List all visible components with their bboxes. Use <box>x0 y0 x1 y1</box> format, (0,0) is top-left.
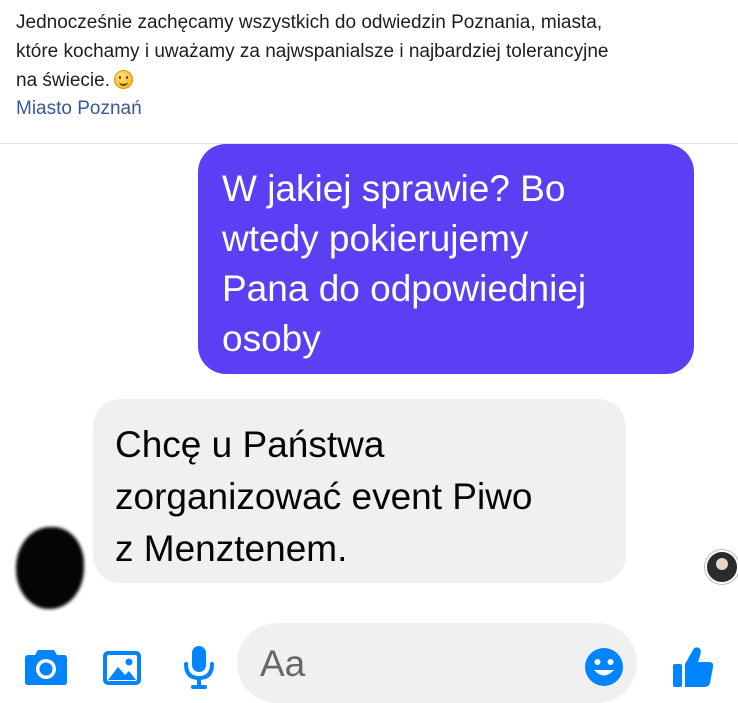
message-line: W jakiej sprawie? Bo <box>222 168 566 209</box>
page-link[interactable]: Miasto Poznań <box>16 98 142 120</box>
message-line: wtedy pokierujemy <box>222 218 529 259</box>
message-line: Pana do odpowiedniej <box>222 268 587 309</box>
message-line: osoby <box>222 318 321 359</box>
image-icon[interactable] <box>102 650 142 686</box>
post-text-line-3: na świecie. <box>16 70 110 91</box>
post-text: Jednocześnie zachęcamy wszystkich do odw… <box>16 8 728 95</box>
post-text-line: na świecie. <box>16 66 728 95</box>
outgoing-message-bubble: W jakiej sprawie? Bo wtedy pokierujemy P… <box>198 144 694 374</box>
read-receipt-avatar <box>705 550 738 584</box>
sender-avatar <box>16 527 84 609</box>
incoming-message-bubble: Chcę u Państwa zorganizować event Piwo z… <box>93 399 626 583</box>
thumbs-up-icon[interactable] <box>672 646 714 688</box>
microphone-icon[interactable] <box>182 645 216 689</box>
message-line: Chcę u Państwa <box>115 424 385 465</box>
message-input-placeholder: Aa <box>260 643 306 684</box>
post-text-line: Jednocześnie zachęcamy wszystkich do odw… <box>16 12 603 33</box>
message-line: z Menztenem. <box>115 528 348 569</box>
camera-icon[interactable] <box>24 646 68 686</box>
emoji-icon[interactable] <box>584 647 624 687</box>
smiley-emoji-icon <box>114 70 133 89</box>
message-line: zorganizować event Piwo <box>115 476 533 517</box>
post-text-line: które kochamy i uważamy za najwspanialsz… <box>16 41 609 62</box>
